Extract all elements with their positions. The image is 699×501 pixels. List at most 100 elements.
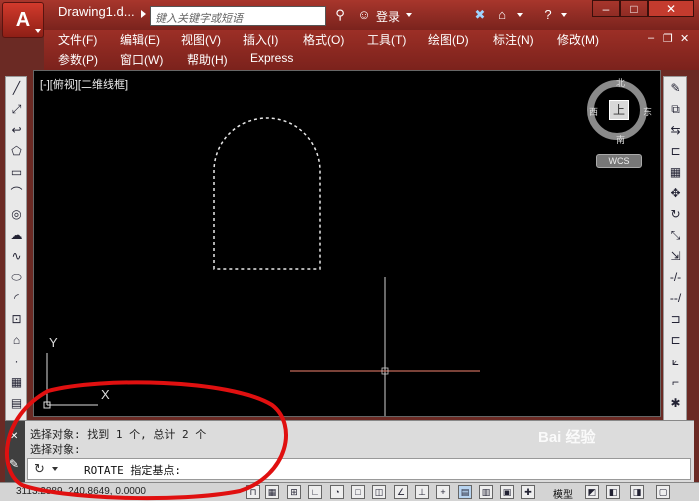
wrench-icon[interactable]: ✎ (9, 457, 19, 471)
revision-cloud-icon[interactable]: ☁ (8, 227, 25, 244)
layout-icon[interactable]: ◩ (585, 485, 599, 499)
lineweight-icon[interactable]: ▤ (458, 485, 472, 499)
polyline-icon[interactable]: ↩ (8, 122, 25, 139)
menu-file[interactable]: 文件(F) (58, 31, 97, 48)
menu-format[interactable]: 格式(O) (303, 31, 344, 48)
trim-icon[interactable]: -/- (667, 269, 684, 286)
array-icon[interactable]: ▦ (667, 164, 684, 181)
join-icon[interactable]: ⊏ (667, 332, 684, 349)
chamfer-icon[interactable]: ⟀ (667, 353, 684, 370)
menu-modify[interactable]: 修改(M) (557, 31, 599, 48)
menu-edit[interactable]: 编辑(E) (120, 31, 160, 48)
point-icon[interactable]: · (8, 353, 25, 370)
login-button[interactable]: 登录 (376, 8, 400, 25)
document-title: Drawing1.d... (58, 4, 135, 19)
menu-express[interactable]: Express (250, 51, 293, 65)
modify-toolbar: ✎ ⧉ ⇆ ⊏ ▦ ✥ ↻ ⤡ ⇲ -/- --/ ⊐ ⊏ ⟀ ⌐ ✱ (663, 76, 687, 422)
minimize-button[interactable]: – (592, 0, 620, 17)
quick-properties-icon[interactable]: ▣ (500, 485, 514, 499)
snap-mode-icon[interactable]: ▦ (265, 485, 279, 499)
circle-icon[interactable]: ◎ (8, 206, 25, 223)
erase-icon[interactable]: ✎ (667, 80, 684, 97)
recent-commands-icon[interactable]: ↻ (34, 461, 45, 477)
object-snap-icon[interactable]: □ (351, 485, 365, 499)
polygon-icon[interactable]: ⬠ (8, 143, 25, 160)
insert-block-icon[interactable]: ⊡ (8, 311, 25, 328)
annotation-scale-icon[interactable]: ◨ (630, 485, 644, 499)
more-tabs-arrow-icon[interactable] (141, 10, 146, 18)
mirror-icon[interactable]: ⇆ (667, 122, 684, 139)
object-snap-tracking-icon[interactable]: ∠ (394, 485, 408, 499)
drawing-canvas[interactable]: [-][俯视][二维线框] Y X 上 北 南 东 西 WCS (33, 70, 661, 417)
close-button[interactable]: ✕ (648, 0, 694, 17)
move-icon[interactable]: ✥ (667, 185, 684, 202)
command-window-handle[interactable]: ✕ ✎ (5, 421, 25, 483)
spline-icon[interactable]: ∿ (8, 248, 25, 265)
login-dropdown-icon[interactable] (406, 13, 412, 17)
search-input[interactable]: 键入关键字或短语 (150, 6, 326, 26)
user-icon[interactable]: ☺ (356, 7, 372, 23)
make-block-icon[interactable]: ⌂ (8, 332, 25, 349)
offset-icon[interactable]: ⊏ (667, 143, 684, 160)
dynamic-input-icon[interactable]: + (436, 485, 450, 499)
menu-parameters[interactable]: 参数(P) (58, 51, 98, 68)
cloud-icon[interactable]: ⌂ (494, 7, 510, 23)
compass-north[interactable]: 北 (616, 76, 625, 89)
compass-south[interactable]: 南 (616, 133, 625, 146)
menu-window[interactable]: 窗口(W) (120, 51, 163, 68)
cloud-dropdown-icon[interactable] (517, 13, 523, 17)
draw-toolbar: ╱ ⤢ ↩ ⬠ ▭ ⌒ ◎ ☁ ∿ ⬭ ◜ ⊡ ⌂ · ▦ ▤ (5, 76, 27, 422)
application-menu-button[interactable]: A (2, 2, 44, 38)
dynamic-ucs-icon[interactable]: ⊥ (415, 485, 429, 499)
selected-arch-shape (213, 117, 321, 270)
menu-dimension[interactable]: 标注(N) (493, 31, 534, 48)
grid-display-icon[interactable]: ⊞ (287, 485, 301, 499)
close-icon[interactable]: ✕ (10, 431, 18, 442)
copy-icon[interactable]: ⧉ (667, 101, 684, 118)
viewcube-top-face[interactable]: 上 (609, 100, 629, 120)
stretch-icon[interactable]: ⇲ (667, 248, 684, 265)
gradient-icon[interactable]: ▤ (8, 395, 25, 412)
menu-help[interactable]: 帮助(H) (187, 51, 228, 68)
ellipse-icon[interactable]: ⬭ (8, 269, 25, 286)
menu-insert[interactable]: 插入(I) (243, 31, 278, 48)
hatch-icon[interactable]: ▦ (8, 374, 25, 391)
construction-line-icon[interactable]: ⤢ (8, 101, 25, 118)
compass-east[interactable]: 东 (643, 105, 652, 118)
binoculars-icon[interactable]: ⚲ (332, 7, 348, 23)
compass-west[interactable]: 西 (589, 105, 598, 118)
help-icon[interactable]: ? (540, 7, 556, 23)
selection-cycling-icon[interactable]: ✚ (521, 485, 535, 499)
ortho-mode-icon[interactable]: ∟ (308, 485, 322, 499)
wcs-menu-button[interactable]: WCS (596, 154, 642, 168)
transparency-icon[interactable]: ▥ (479, 485, 493, 499)
ellipse-arc-icon[interactable]: ◜ (8, 290, 25, 307)
ucs-x-label: X (101, 387, 110, 402)
arc-icon[interactable]: ⌒ (8, 185, 25, 202)
3d-object-snap-icon[interactable]: ◫ (372, 485, 386, 499)
model-space-button[interactable]: 模型 (553, 486, 573, 501)
maximize-button[interactable]: □ (620, 0, 648, 17)
chevron-down-icon[interactable] (52, 467, 58, 471)
extend-icon[interactable]: --/ (667, 290, 684, 307)
autocad-logo-icon: A (15, 8, 31, 31)
explode-icon[interactable]: ✱ (667, 395, 684, 412)
help-dropdown-icon[interactable] (561, 13, 567, 17)
infer-constraints-icon[interactable]: ⊓ (246, 485, 260, 499)
rectangle-icon[interactable]: ▭ (8, 164, 25, 181)
menu-draw[interactable]: 绘图(D) (428, 31, 469, 48)
fillet-icon[interactable]: ⌐ (667, 374, 684, 391)
doc-close-button[interactable]: ✕ (680, 32, 689, 45)
doc-restore-button[interactable]: ❐ (663, 32, 673, 45)
scale-icon[interactable]: ⤡ (667, 227, 684, 244)
menu-view[interactable]: 视图(V) (181, 31, 221, 48)
exchange-icon[interactable]: ✖ (472, 7, 488, 23)
rotate-icon[interactable]: ↻ (667, 206, 684, 223)
quick-view-drawings-icon[interactable]: ◧ (606, 485, 620, 499)
doc-minimize-button[interactable]: – (648, 32, 654, 44)
menu-tools[interactable]: 工具(T) (367, 31, 406, 48)
line-icon[interactable]: ╱ (8, 80, 25, 97)
clean-screen-icon[interactable]: ▢ (656, 485, 670, 499)
break-at-point-icon[interactable]: ⊐ (667, 311, 684, 328)
polar-tracking-icon[interactable]: ◔ (330, 485, 344, 499)
